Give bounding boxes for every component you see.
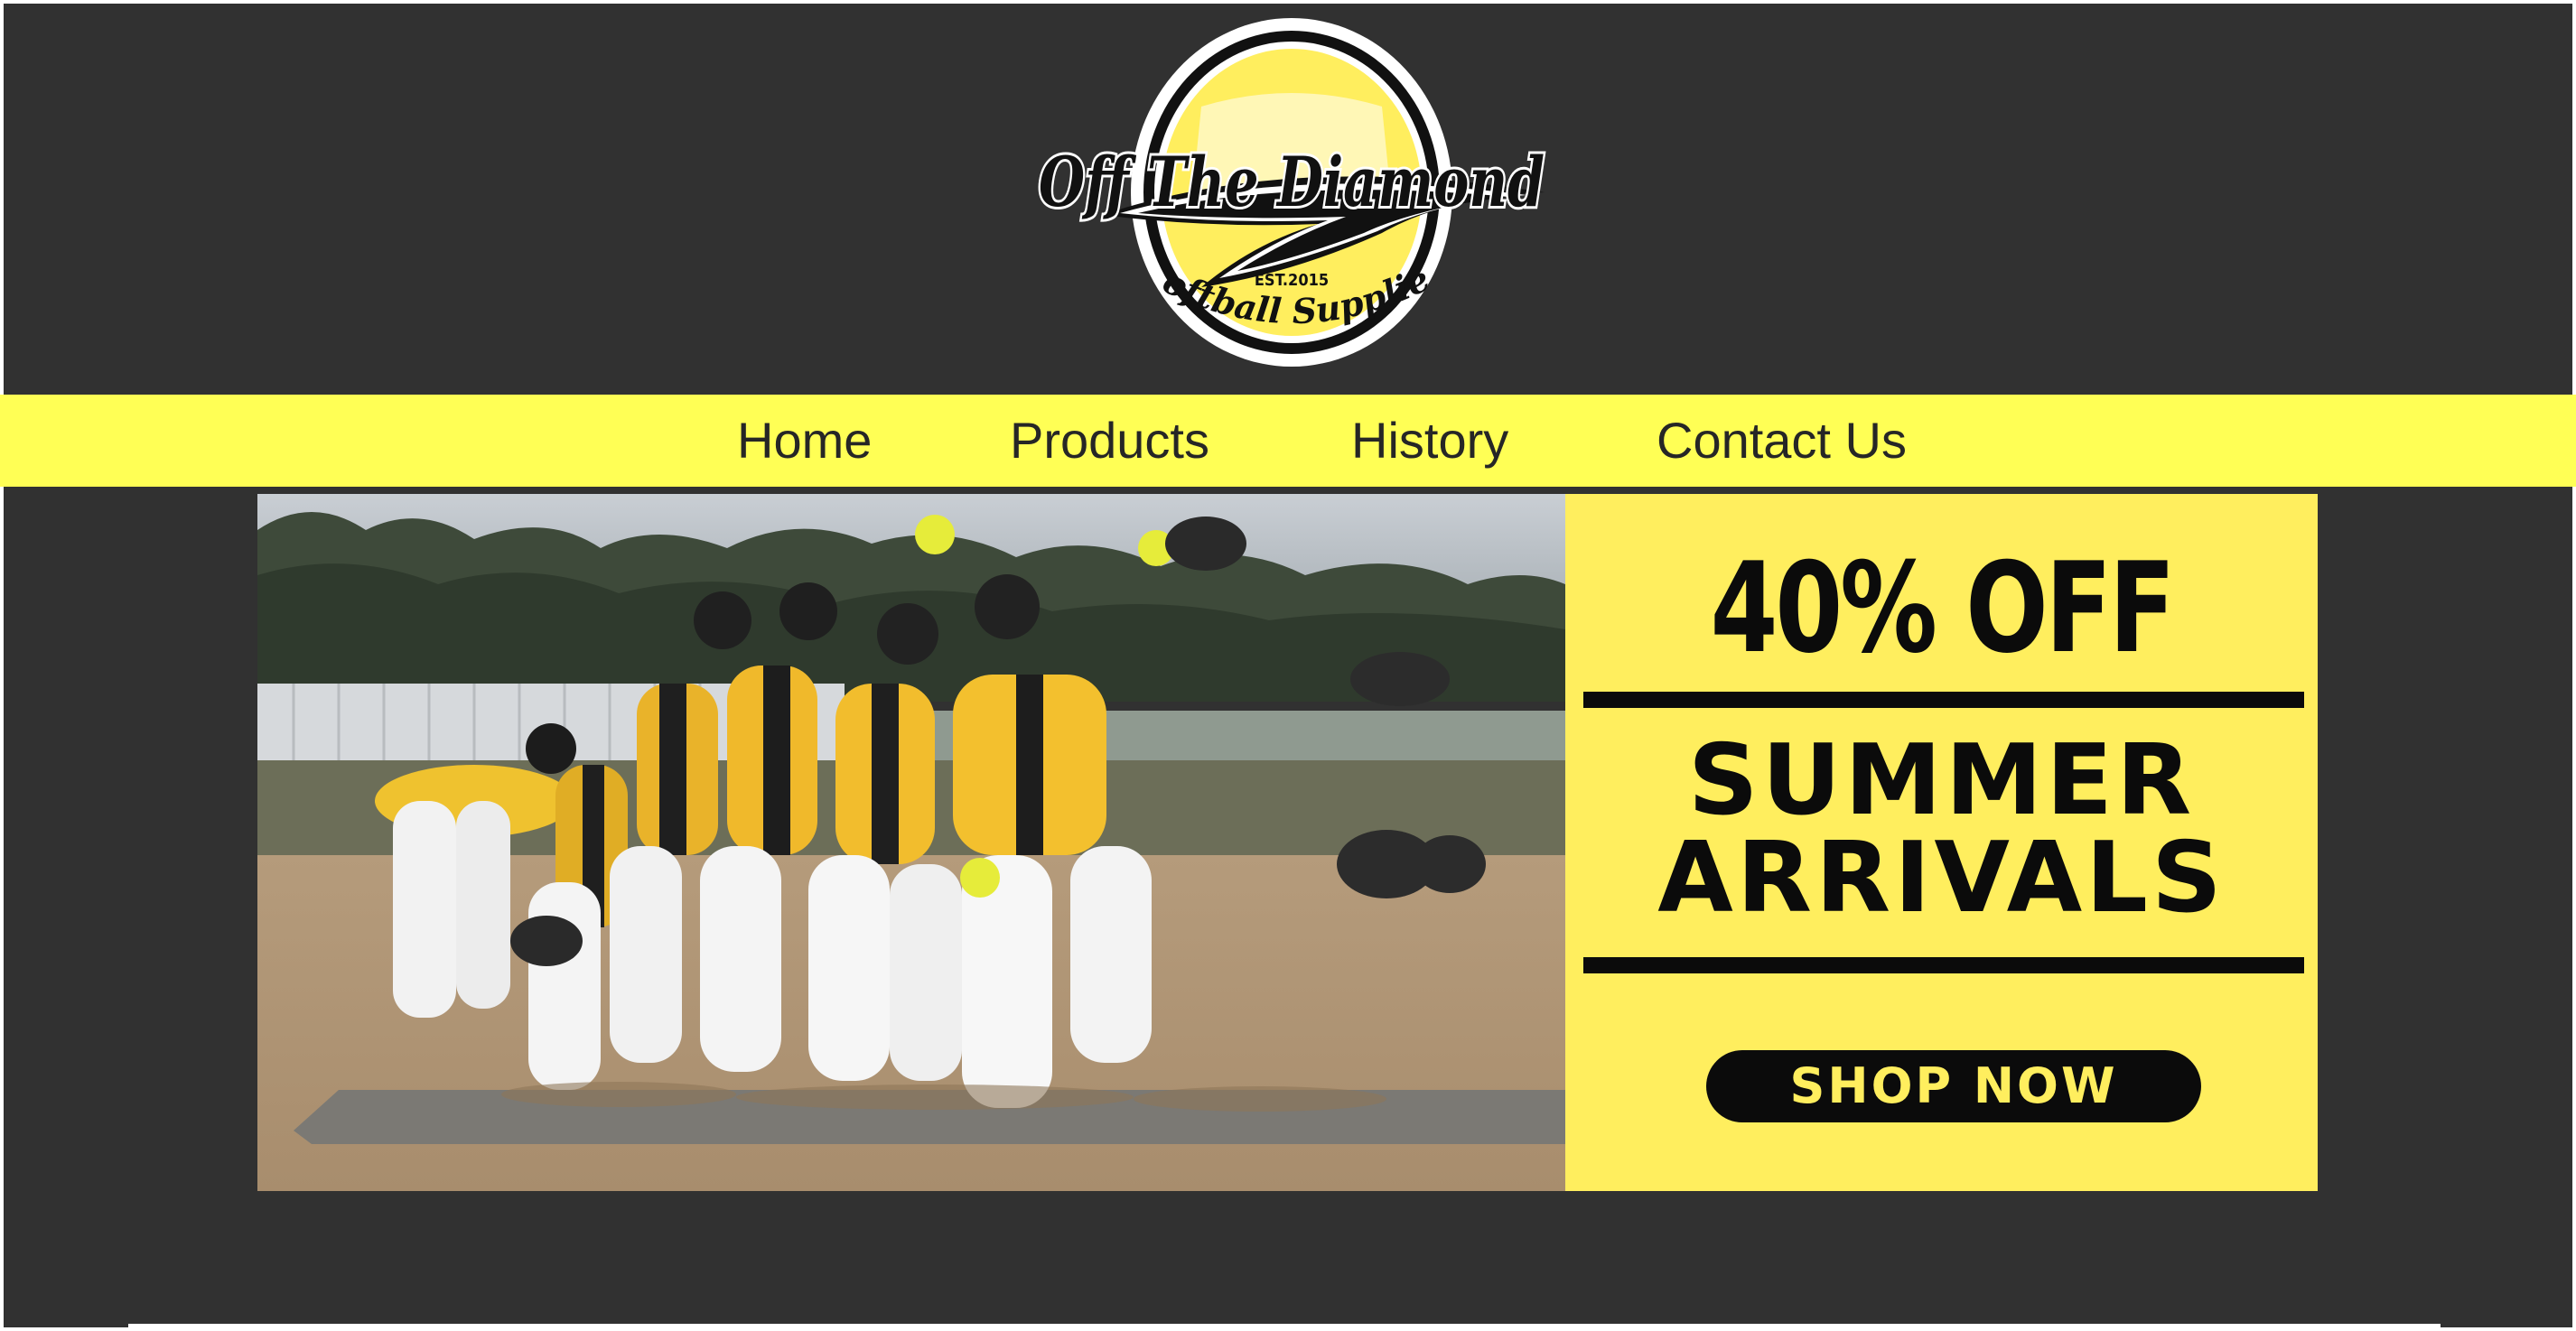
promo-divider-bottom — [1583, 957, 2304, 973]
shop-now-button[interactable]: SHOP NOW — [1706, 1050, 2201, 1122]
promo-panel: 40% OFF SUMMER ARRIVALS SHOP NOW — [1565, 494, 2318, 1191]
promo-discount: 40% OFF — [1710, 535, 2176, 681]
page: Off The Diamond EST.2015 Softball Suppli… — [0, 0, 2576, 1331]
nav-item-home[interactable]: Home — [737, 411, 872, 470]
hero-banner: 40% OFF SUMMER ARRIVALS SHOP NOW — [257, 494, 2318, 1191]
nav-item-history[interactable]: History — [1351, 411, 1508, 470]
logo-script-text: Off The Diamond — [1039, 142, 1545, 222]
pitcher-motion-photo — [257, 494, 1565, 1191]
promo-headline-arrivals: ARRIVALS — [1657, 822, 2226, 935]
nav-item-contact-us[interactable]: Contact Us — [1657, 411, 1907, 470]
promo-headline-summer: SUMMER — [1687, 724, 2196, 837]
brand-logo[interactable]: Off The Diamond EST.2015 Softball Suppli… — [1021, 16, 1563, 368]
bottom-divider — [128, 1324, 2441, 1331]
logo-est-text: EST.2015 — [1255, 271, 1329, 290]
promo-divider-top — [1583, 692, 2304, 708]
nav-item-products[interactable]: Products — [1010, 411, 1209, 470]
main-nav: Home Products History Contact Us — [0, 395, 2576, 487]
